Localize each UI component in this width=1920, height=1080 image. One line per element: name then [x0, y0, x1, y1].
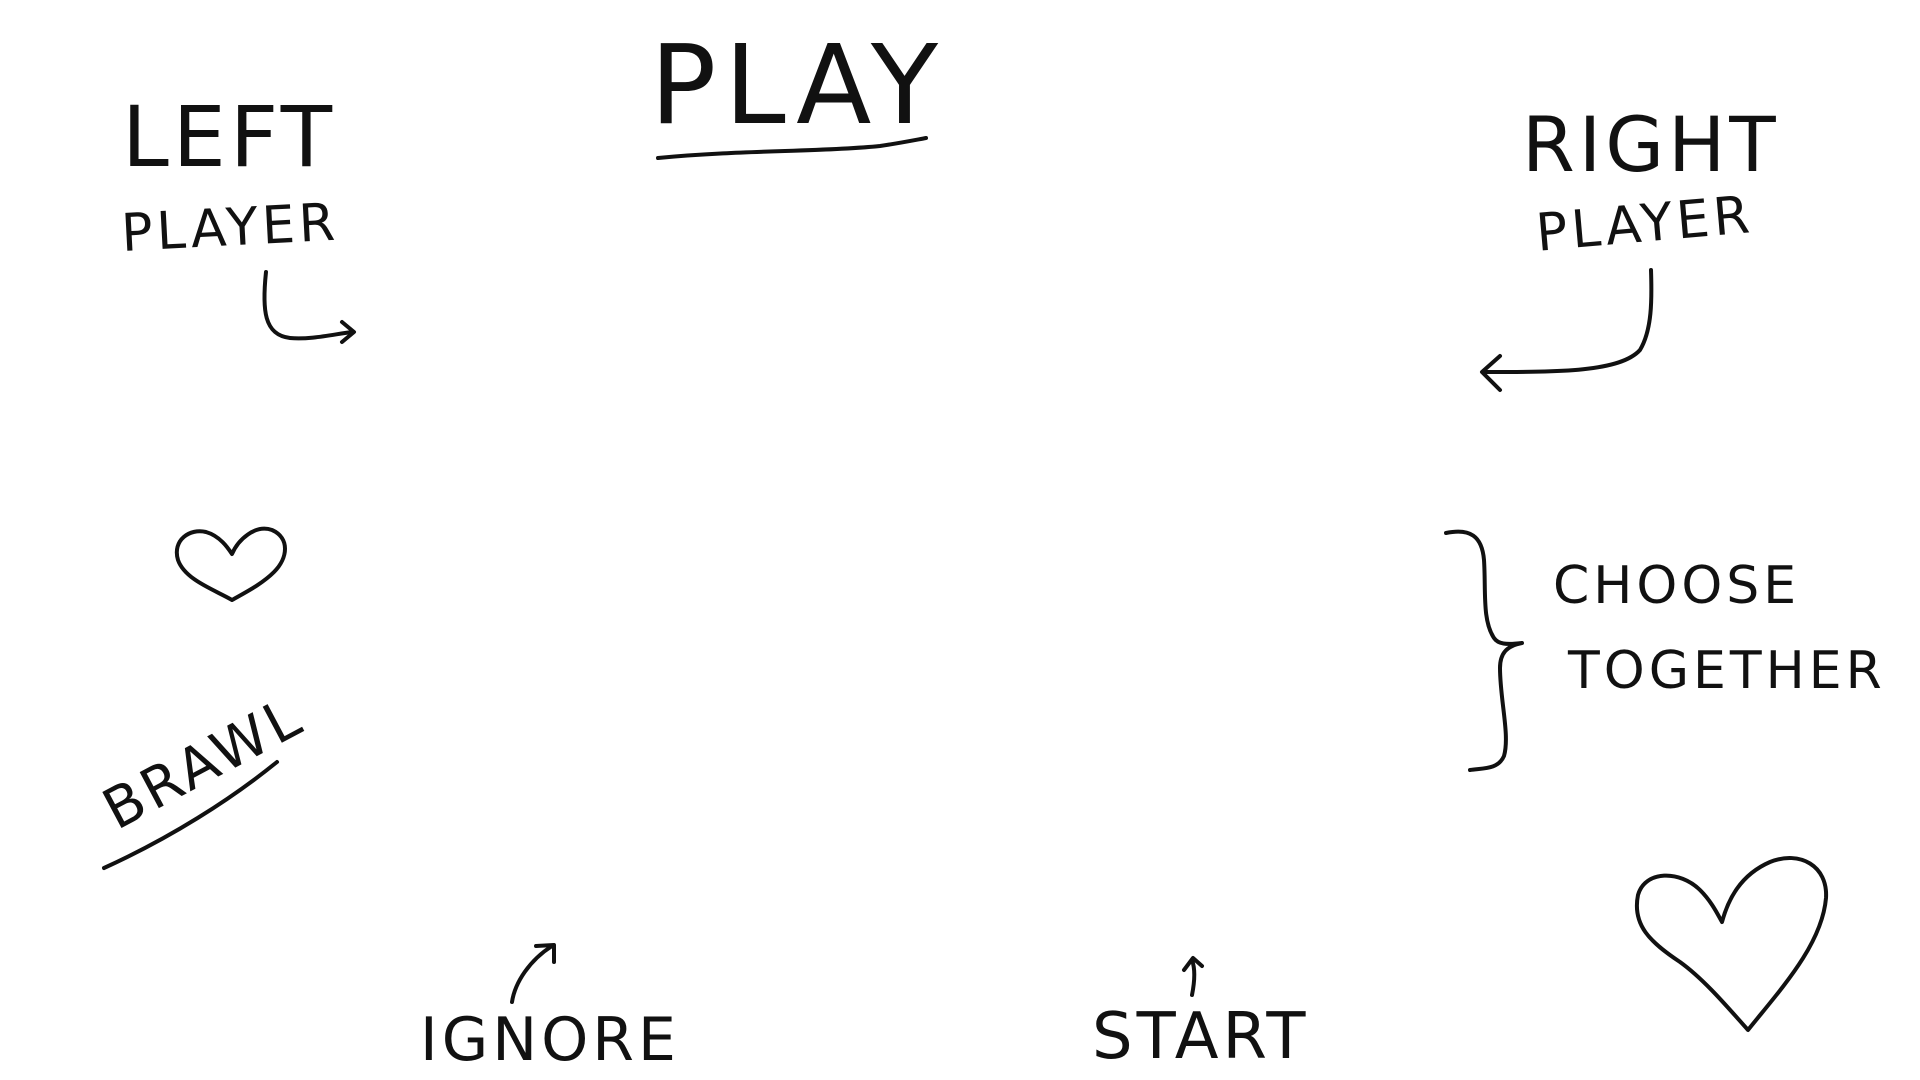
curly-brace-icon	[1444, 529, 1524, 772]
heart-icon	[1634, 856, 1829, 1032]
arrow-up-icon	[1182, 956, 1204, 997]
sketch-canvas: PLAY LEFT PLAYER RIGHT PLAYER BRAWL CHOO…	[0, 0, 1920, 1080]
brawl-underline	[102, 760, 279, 870]
play-underline	[656, 136, 928, 160]
heart-icon	[174, 526, 287, 602]
curved-arrow-left-icon	[1480, 268, 1654, 392]
curved-arrow-right-icon	[262, 270, 356, 344]
arrow-up-right-icon	[510, 943, 556, 1004]
sketch-strokes	[102, 136, 1829, 1032]
